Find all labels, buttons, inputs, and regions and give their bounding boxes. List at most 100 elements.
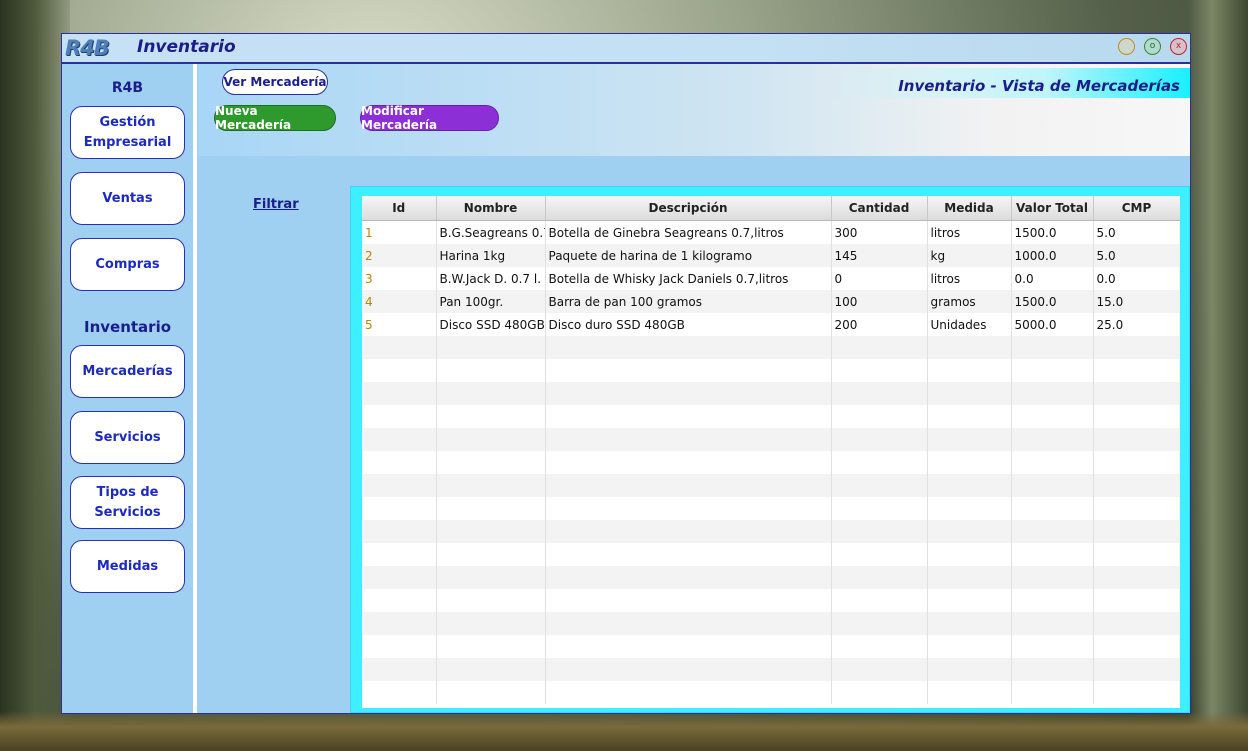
- column-header[interactable]: Cantidad: [831, 196, 928, 221]
- table-row[interactable]: [362, 336, 1180, 359]
- table-cell: [831, 474, 928, 497]
- table-row[interactable]: 3 B.W.Jack D. 0.7 l. Botella de Whisky Jac…: [362, 267, 1180, 290]
- table-cell: [831, 612, 928, 635]
- column-header[interactable]: CMP: [1093, 196, 1180, 221]
- table-cell: 300: [831, 220, 928, 244]
- table-cell: [362, 428, 437, 451]
- table-row[interactable]: [362, 497, 1180, 520]
- table-cell: 25.0: [1093, 313, 1180, 336]
- title-bar[interactable]: R4B Inventario o x: [62, 34, 1190, 64]
- table-row[interactable]: [362, 359, 1180, 382]
- table-cell: Unidades: [927, 313, 1012, 336]
- table-row[interactable]: [362, 543, 1180, 566]
- sidebar-item-servicios[interactable]: Servicios: [70, 411, 185, 464]
- table-cell: Harina 1kg: [436, 244, 546, 267]
- table-row[interactable]: 5 Disco SSD 480GB Disco duro SSD 480GB 200 U…: [362, 313, 1180, 336]
- table-row[interactable]: [362, 382, 1180, 405]
- table-cell: [436, 359, 546, 382]
- table-scroll-area[interactable]: Id Nombre Descripción Cantidad Medida Valor T…: [362, 196, 1180, 708]
- sidebar: R4B Gestión Empresarial Ventas Compras I…: [62, 64, 197, 713]
- table-cell: [831, 336, 928, 359]
- table-cell: [1093, 474, 1180, 497]
- table-cell: [1011, 405, 1094, 428]
- table-row[interactable]: [362, 612, 1180, 635]
- table-cell: [831, 635, 928, 658]
- table-cell: [436, 474, 546, 497]
- table-cell: [545, 566, 832, 589]
- table-cell: [1093, 428, 1180, 451]
- table-cell: [545, 428, 832, 451]
- table-cell: Paquete de harina de 1 kilogramo: [545, 244, 832, 267]
- table-cell: [927, 589, 1012, 612]
- table-cell: Botella de Whisky Jack Daniels 0.7,litro…: [545, 267, 832, 290]
- table-row[interactable]: 4 Pan 100gr. Barra de pan 100 gramos 100 gra…: [362, 290, 1180, 313]
- page-title: Inventario - Vista de Mercaderías: [898, 77, 1180, 95]
- table-row[interactable]: [362, 589, 1180, 612]
- table-cell: [436, 635, 546, 658]
- table-cell: [545, 681, 832, 704]
- table-cell: [927, 474, 1012, 497]
- table-cell: [1011, 382, 1094, 405]
- table-cell: [362, 474, 437, 497]
- table-cell: [1093, 359, 1180, 382]
- table-row[interactable]: [362, 566, 1180, 589]
- ver-mercaderia-button[interactable]: Ver Mercadería: [222, 69, 328, 95]
- table-cell: [831, 589, 928, 612]
- column-header[interactable]: Descripción: [545, 196, 832, 221]
- table-cell: Barra de pan 100 gramos: [545, 290, 832, 313]
- table-cell: [831, 497, 928, 520]
- table-cell: [927, 359, 1012, 382]
- table-cell: [436, 497, 546, 520]
- sidebar-item-compras[interactable]: Compras: [70, 238, 185, 291]
- table-cell: [362, 566, 437, 589]
- sidebar-group-title-r4b: R4B: [111, 80, 144, 96]
- table-cell: [545, 635, 832, 658]
- table-cell: [362, 405, 437, 428]
- table-cell: [1011, 497, 1094, 520]
- table-cell: [362, 497, 437, 520]
- table-row[interactable]: [362, 520, 1180, 543]
- nueva-mercaderia-button[interactable]: Nueva Mercadería: [214, 104, 336, 132]
- column-header[interactable]: Id: [362, 196, 437, 221]
- table-cell: [436, 681, 546, 704]
- column-header[interactable]: Valor Total: [1011, 196, 1094, 221]
- sidebar-item-label: Gestión Empresarial: [84, 113, 172, 153]
- table-cell: Pan 100gr.: [436, 290, 546, 313]
- table-row[interactable]: [362, 451, 1180, 474]
- table-cell: 1500.0: [1011, 290, 1094, 313]
- sidebar-item-mercaderias[interactable]: Mercaderías: [70, 345, 185, 398]
- sidebar-item-tipos-de-servicios[interactable]: Tipos de Servicios: [70, 476, 185, 529]
- table-cell: [436, 520, 546, 543]
- sidebar-item-label-line1: Gestión: [99, 114, 156, 130]
- table-cell: [362, 681, 437, 704]
- column-header[interactable]: Nombre: [436, 196, 546, 221]
- table-row[interactable]: [362, 681, 1180, 704]
- sidebar-item-medidas[interactable]: Medidas: [70, 540, 185, 593]
- table-row[interactable]: 1B.G.Seagreans 0.7 l.Botella de Ginebra …: [362, 220, 1180, 244]
- close-button[interactable]: x: [1170, 38, 1187, 55]
- table-row[interactable]: [362, 474, 1180, 497]
- filtrar-link[interactable]: Filtrar: [253, 197, 299, 212]
- table-cell: [1011, 428, 1094, 451]
- table-cell: [1093, 336, 1180, 359]
- sidebar-item-gestion-empresarial[interactable]: Gestión Empresarial: [70, 106, 185, 159]
- sidebar-item-ventas[interactable]: Ventas: [70, 172, 185, 225]
- table-row[interactable]: [362, 405, 1180, 428]
- window-title: Inventario: [137, 37, 236, 57]
- maximize-button[interactable]: o: [1144, 38, 1161, 55]
- table-cell: [436, 543, 546, 566]
- table-cell: Disco duro SSD 480GB: [545, 313, 832, 336]
- table-row[interactable]: 2 Harina 1kg Paquete de harina de 1 kilogr…: [362, 244, 1180, 267]
- column-header[interactable]: Medida: [927, 196, 1012, 221]
- table-cell: [1011, 451, 1094, 474]
- sidebar-item-label: Tipos de Servicios: [94, 483, 160, 523]
- table-cell: [831, 566, 928, 589]
- table-cell: [831, 658, 928, 681]
- minimize-button[interactable]: [1118, 38, 1135, 55]
- table-cell: [927, 428, 1012, 451]
- table-cell: [545, 612, 832, 635]
- table-row[interactable]: [362, 428, 1180, 451]
- modificar-mercaderia-button[interactable]: Modificar Mercadería: [360, 104, 499, 132]
- table-row[interactable]: [362, 658, 1180, 681]
- table-row[interactable]: [362, 635, 1180, 658]
